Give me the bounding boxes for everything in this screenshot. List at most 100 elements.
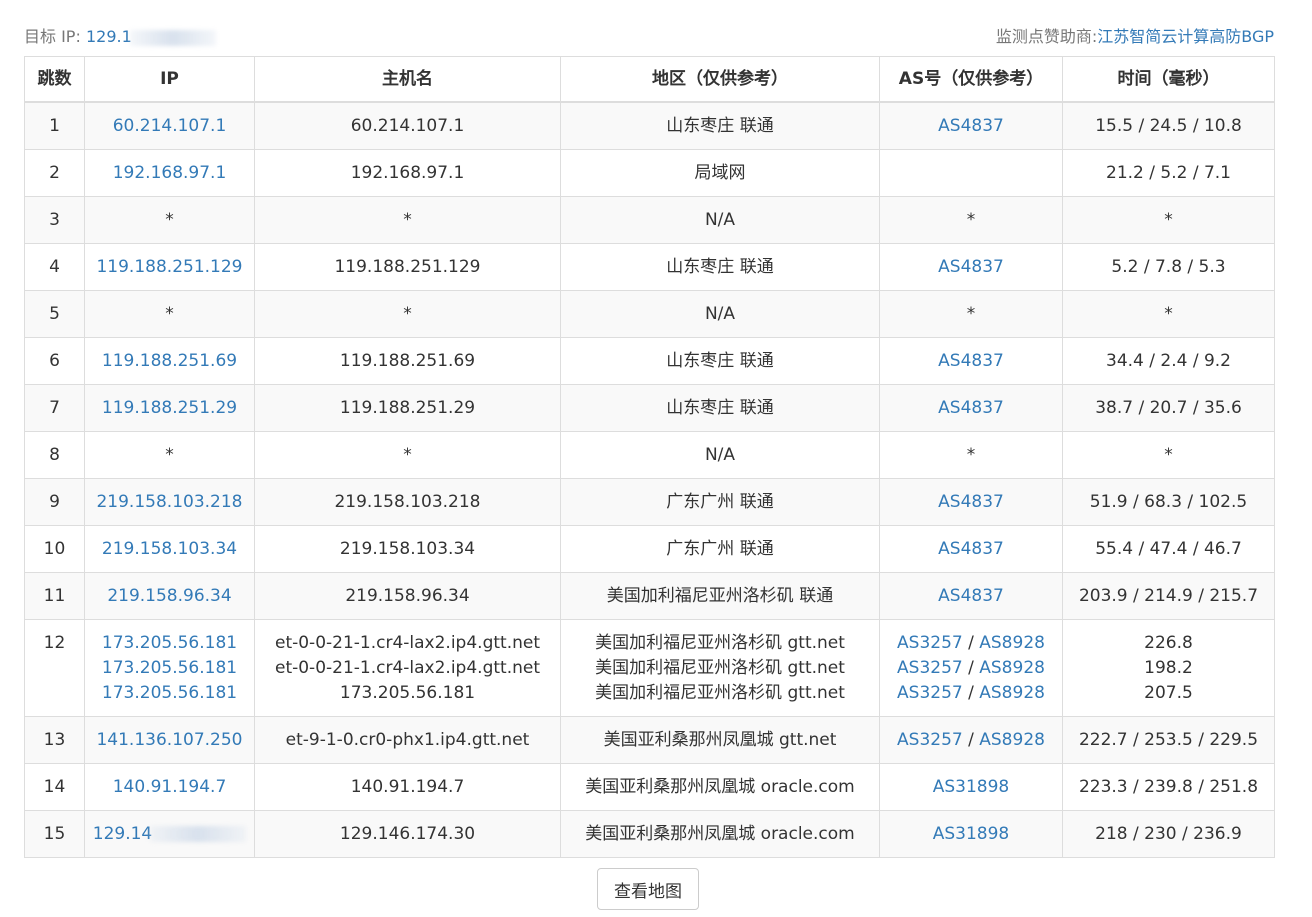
hop-cell: 4 — [24, 243, 85, 291]
hop-number: 11 — [43, 586, 66, 606]
hostname-text: 129.146.174.30 — [339, 824, 476, 844]
region-text: N/A — [704, 210, 736, 230]
time-cell: 21.2 / 5.2 / 7.1 — [1062, 149, 1275, 197]
as-link[interactable]: AS3257 — [897, 730, 963, 750]
ip-cell: 140.91.194.7 — [84, 763, 255, 811]
as-link[interactable]: AS8928 — [979, 730, 1045, 750]
as-cell: AS31898 — [879, 810, 1063, 858]
as-link[interactable]: AS31898 — [933, 824, 1010, 844]
region-cell: 广东广州 联通 — [560, 478, 880, 526]
as-link[interactable]: AS4837 — [938, 398, 1004, 418]
hostname-text: 60.214.107.1 — [350, 116, 465, 136]
hop-number: 9 — [49, 492, 60, 512]
as-link[interactable]: AS3257 — [897, 658, 963, 678]
region-cell: 广东广州 联通 — [560, 525, 880, 573]
time-cell: 203.9 / 214.9 / 215.7 — [1062, 572, 1275, 620]
col-header-time: 时间（毫秒） — [1062, 56, 1275, 103]
ip-link: * — [165, 304, 174, 324]
redaction-blur — [150, 826, 247, 842]
table-row: 10 219.158.103.34 219.158.103.34 广东广州 联通 AS4… — [24, 525, 1275, 573]
as-link[interactable]: AS4837 — [938, 351, 1004, 371]
sponsor-link[interactable]: 江苏智简云计算高防BGP — [1097, 27, 1274, 46]
hop-cell: 14 — [24, 763, 85, 811]
as-link[interactable]: AS4837 — [938, 257, 1004, 277]
hop-number: 12 — [43, 633, 66, 653]
hostname-text: * — [403, 445, 412, 465]
as-link[interactable]: AS4837 — [938, 492, 1004, 512]
as-link[interactable]: AS4837 — [938, 539, 1004, 559]
as-link[interactable]: AS4837 — [938, 586, 1004, 606]
as-link[interactable]: AS8928 — [979, 658, 1045, 678]
ip-cell: * — [84, 196, 255, 244]
time-text: 226.8 — [1144, 633, 1193, 653]
hostname-cell: * — [254, 290, 561, 338]
hop-number: 10 — [43, 539, 66, 559]
time-cell: * — [1062, 196, 1275, 244]
hop-number: 15 — [43, 824, 66, 844]
redaction-blur — [129, 29, 216, 46]
region-cell: N/A — [560, 290, 880, 338]
as-link[interactable]: AS3257 — [897, 633, 963, 653]
ip-link[interactable]: 219.158.103.34 — [102, 539, 237, 559]
hop-number: 8 — [49, 445, 60, 465]
ip-link[interactable]: 129.14 — [93, 824, 152, 844]
hostname-text: 219.158.103.218 — [334, 492, 481, 512]
region-text: 广东广州 联通 — [666, 492, 774, 512]
region-cell: 美国加利福尼亚州洛杉矶 联通 — [560, 572, 880, 620]
time-text: * — [1164, 304, 1173, 324]
time-cell: 222.7 / 253.5 / 229.5 — [1062, 716, 1275, 764]
region-text: 山东枣庄 联通 — [666, 351, 774, 371]
region-text: 局域网 — [694, 163, 746, 183]
as-cell: AS4837 — [879, 337, 1063, 385]
ip-link[interactable]: 60.214.107.1 — [113, 116, 227, 136]
ip-link[interactable]: 192.168.97.1 — [113, 163, 227, 183]
table-row: 12 173.205.56.181 173.205.56.181 173.205.56… — [24, 619, 1275, 717]
hostname-cell: 60.214.107.1 — [254, 101, 561, 150]
region-cell: N/A — [560, 431, 880, 479]
region-text: 山东枣庄 联通 — [666, 116, 774, 136]
time-text: 222.7 / 253.5 / 229.5 — [1078, 730, 1259, 750]
ip-cell: 173.205.56.181 173.205.56.181 173.205.56.1… — [84, 619, 255, 717]
table-body: 1 60.214.107.1 60.214.107.1 山东枣庄 联通 AS4837 15… — [24, 101, 1275, 858]
as-cell — [879, 149, 1063, 197]
as-link[interactable]: AS3257 — [897, 683, 963, 703]
table-row: 5 * * N/A * * — [24, 290, 1275, 338]
hostname-text: * — [403, 304, 412, 324]
ip-link[interactable]: 173.205.56.181 — [102, 683, 237, 703]
as-cell: AS4837 — [879, 478, 1063, 526]
table-row: 14 140.91.194.7 140.91.194.7 美国亚利桑那州凤凰城 ora… — [24, 763, 1275, 811]
ip-link[interactable]: 141.136.107.250 — [96, 730, 242, 750]
hop-cell: 12 — [24, 619, 85, 717]
ip-link: * — [165, 210, 174, 230]
table-row: 9 219.158.103.218 219.158.103.218 广东广州 联通 AS… — [24, 478, 1275, 526]
view-map-button[interactable]: 查看地图 — [597, 868, 699, 910]
ip-link[interactable]: 119.188.251.69 — [102, 351, 237, 371]
time-text: 51.9 / 68.3 / 102.5 — [1089, 492, 1248, 512]
time-cell: 51.9 / 68.3 / 102.5 — [1062, 478, 1275, 526]
ip-link[interactable]: 119.188.251.29 — [102, 398, 237, 418]
region-cell: 山东枣庄 联通 — [560, 243, 880, 291]
as-link[interactable]: AS8928 — [979, 683, 1045, 703]
time-cell: * — [1062, 431, 1275, 479]
hostname-cell: 219.158.103.218 — [254, 478, 561, 526]
ip-link[interactable]: 119.188.251.129 — [96, 257, 242, 277]
as-link[interactable]: AS8928 — [979, 633, 1045, 653]
as-cell: AS3257 / AS8928 AS3257 / AS8928 AS3257 / A… — [879, 619, 1063, 717]
region-text: 美国亚利桑那州凤凰城 oracle.com — [585, 824, 855, 844]
hostname-cell: * — [254, 196, 561, 244]
region-cell: N/A — [560, 196, 880, 244]
time-cell: 223.3 / 239.8 / 251.8 — [1062, 763, 1275, 811]
as-link[interactable]: AS31898 — [933, 777, 1010, 797]
ip-link[interactable]: 173.205.56.181 — [102, 633, 237, 653]
as-cell: AS4837 — [879, 525, 1063, 573]
ip-link[interactable]: 219.158.96.34 — [107, 586, 231, 606]
ip-link[interactable]: 173.205.56.181 — [102, 658, 237, 678]
as-link[interactable]: AS4837 — [938, 116, 1004, 136]
ip-link[interactable]: 219.158.103.218 — [96, 492, 242, 512]
hop-cell: 1 — [24, 101, 85, 150]
ip-cell: * — [84, 290, 255, 338]
time-text: 218 / 230 / 236.9 — [1095, 824, 1242, 844]
region-text: 美国加利福尼亚州洛杉矶 gtt.net — [595, 683, 845, 703]
ip-link[interactable]: 140.91.194.7 — [113, 777, 227, 797]
ip-cell: 219.158.103.218 — [84, 478, 255, 526]
